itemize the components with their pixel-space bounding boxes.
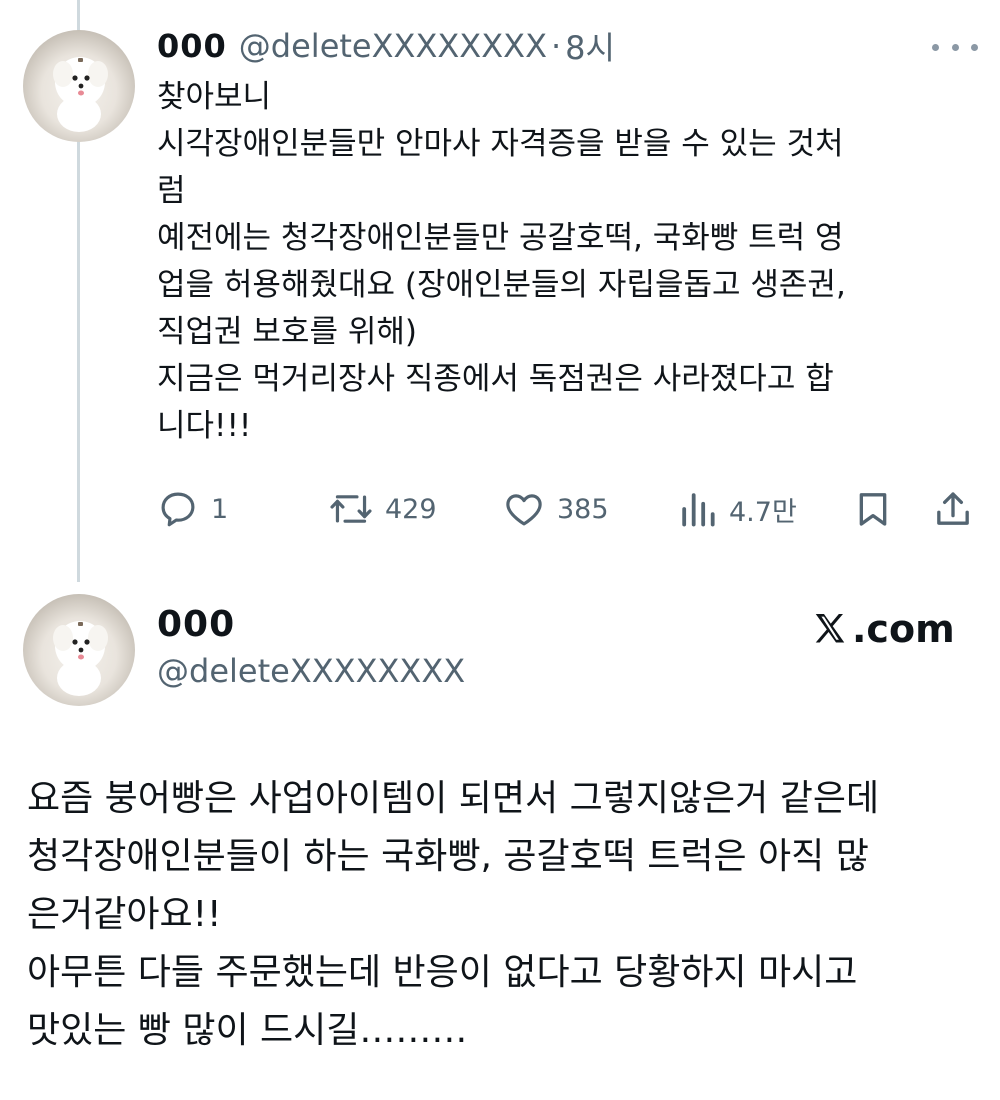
tweet-text-line: 아무튼 다들 주문했는데 반응이 없다고 당황하지 마시고: [27, 952, 858, 993]
bookmark-icon: [859, 493, 887, 526]
tweet-text-line: 럼: [157, 173, 186, 209]
tweet-text-line: 맛있는 빵 많이 드시길………: [27, 1010, 468, 1051]
tweet-actions: 1 429 385 4.7만: [157, 484, 977, 534]
share-button[interactable]: [933, 484, 973, 534]
share-icon: [937, 492, 969, 525]
display-name[interactable]: 000: [157, 604, 235, 645]
view-count: 4.7만: [729, 496, 797, 528]
avatar[interactable]: [23, 594, 135, 706]
tweet-text-line: 시각장애인분들만 안마사 자격증을 받을 수 있는 것처: [157, 126, 844, 162]
retweet-count: 429: [385, 493, 437, 525]
like-button[interactable]: 385: [503, 484, 609, 534]
tweet-text-line: 직업권 보호를 위해): [157, 314, 417, 350]
tweet-text-line: 찾아보니: [157, 79, 272, 115]
watermark-text: .com: [852, 607, 955, 651]
views-icon: [682, 493, 715, 527]
user-handle[interactable]: @deleteXXXXXXXX: [239, 27, 547, 65]
reply-button[interactable]: 1: [157, 484, 228, 534]
bookmark-button[interactable]: [853, 484, 893, 534]
x-logo-icon: [815, 613, 845, 643]
timestamp[interactable]: 8시: [565, 23, 615, 69]
reply-count: 1: [211, 493, 229, 525]
tweet-text-line: 예전에는 청각장애인분들만 공갈호떡, 국화빵 트럭 영: [157, 220, 844, 256]
like-count: 385: [557, 493, 609, 525]
dog-avatar-icon: [53, 621, 108, 696]
separator-dot: ·: [550, 27, 562, 65]
tweet-text-line: 요즘 붕어빵은 사업아이템이 되면서 그렇지않은거 같은데: [27, 778, 880, 819]
tweet-text-line: 니다!!!: [157, 408, 252, 444]
avatar[interactable]: [23, 30, 135, 142]
x-watermark: .com: [810, 604, 955, 654]
like-icon: [506, 494, 542, 526]
tweet-text-line: 은거같아요!!: [27, 894, 222, 935]
dog-avatar-icon: [53, 57, 108, 132]
display-name[interactable]: 000: [157, 27, 227, 65]
retweet-icon: [330, 495, 372, 523]
more-icon[interactable]: [932, 40, 978, 54]
tweet-text: 요즘 붕어빵은 사업아이템이 되면서 그렇지않은거 같은데 청각장애인분들이 하…: [27, 770, 987, 1060]
tweet-text-line: 청각장애인분들이 하는 국화빵, 공갈호떡 트럭은 아직 많: [27, 836, 869, 877]
tweet-text-line: 지금은 먹거리장사 직종에서 독점권은 사라졌다고 합: [157, 361, 834, 397]
retweet-button[interactable]: 429: [329, 484, 437, 534]
screenshot: 000 @deleteXXXXXXXX · 8시 찾아보니 시각장애인분들만 안…: [0, 0, 1000, 1100]
tweet-text: 찾아보니 시각장애인분들만 안마사 자격증을 받을 수 있는 것처 럼 예전에는…: [157, 74, 957, 450]
tweet-header: 000 @deleteXXXXXXXX · 8시: [157, 23, 615, 69]
reply-icon: [161, 492, 195, 527]
tweet-text-line: 업을 허용해줬대요 (장애인분들의 자립을돕고 생존권,: [157, 267, 846, 303]
user-handle[interactable]: @deleteXXXXXXXX: [157, 652, 465, 690]
views-button[interactable]: 4.7만: [679, 484, 797, 534]
